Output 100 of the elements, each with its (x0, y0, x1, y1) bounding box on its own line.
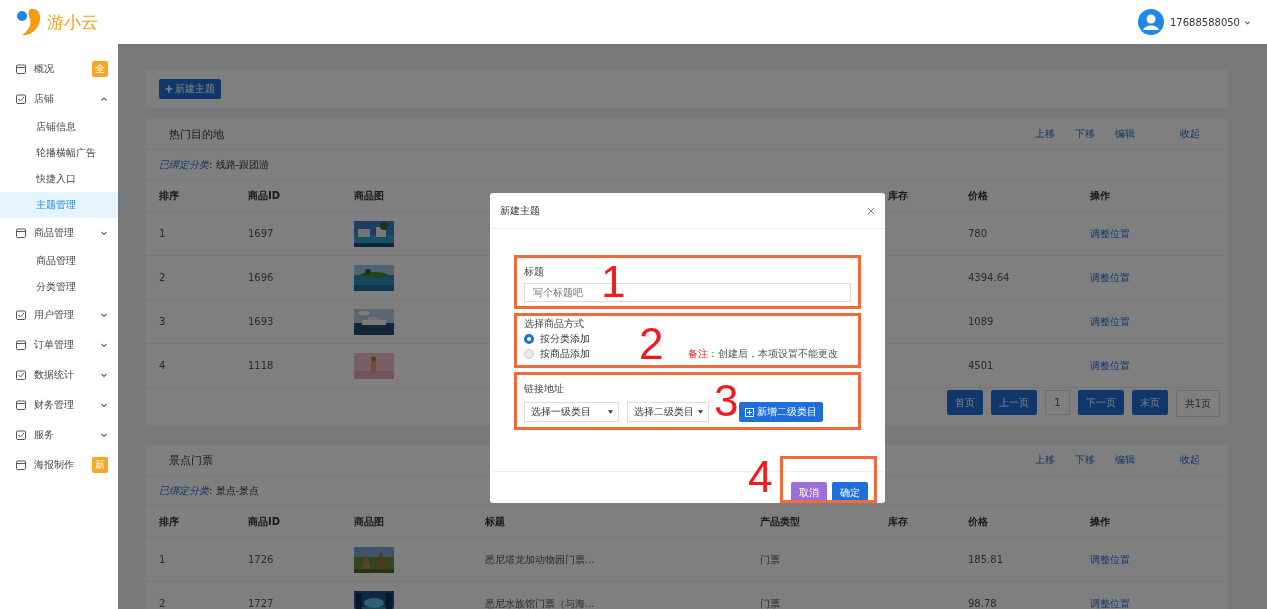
sidebar-subitem[interactable]: 店铺信息 (0, 114, 118, 140)
field-label: 链接地址 (524, 382, 565, 396)
column-header: 产品类型 (760, 514, 801, 529)
section-action-link[interactable]: 下移 (1075, 127, 1095, 141)
section-action-link[interactable]: 上移 (1035, 453, 1055, 467)
plus-icon (745, 407, 754, 417)
table-cell: 1693 (248, 316, 274, 327)
sidebar-subitem[interactable]: 快捷入口 (0, 166, 118, 192)
column-header: 操作 (1090, 188, 1111, 203)
table-cell: 4501 (968, 360, 994, 371)
column-header: 商品图 (354, 514, 385, 529)
annotation-number: 4 (748, 455, 773, 499)
sidebar-item[interactable]: 财务管理 (0, 390, 118, 420)
nav-icon (15, 369, 27, 381)
table-cell: 门票 (760, 597, 780, 609)
sidebar-item[interactable]: 服务 (0, 420, 118, 450)
plus-icon (165, 85, 173, 93)
bound-category-label: 已绑定分类 (159, 157, 209, 172)
caret-icon (698, 410, 703, 414)
section-action-link[interactable]: 编辑 (1115, 453, 1135, 467)
modal-title: 新建主题 (500, 203, 540, 218)
sidebar-subitem[interactable]: 轮播横幅广告 (0, 140, 118, 166)
adjust-position-link[interactable]: 调整位置 (1090, 227, 1130, 239)
nav-icon (15, 93, 27, 105)
column-header: 操作 (1090, 514, 1111, 529)
adjust-position-link[interactable]: 调整位置 (1090, 597, 1130, 609)
caret-icon[interactable] (1244, 18, 1251, 26)
table-cell: 1697 (248, 228, 274, 239)
table-cell: 4394.64 (968, 272, 1010, 283)
adjust-position-link[interactable]: 调整位置 (1090, 553, 1130, 565)
column-header: 商品ID (248, 514, 282, 529)
column-header: 排序 (159, 188, 180, 203)
close-icon[interactable] (867, 206, 875, 215)
table-cell: 1727 (248, 598, 274, 609)
sidebar-item[interactable]: 商品管理 (0, 218, 118, 248)
sidebar-item[interactable]: 店铺 (0, 84, 118, 114)
badge: 全 (92, 61, 108, 77)
user-phone[interactable]: 17688588050 (1170, 16, 1240, 28)
section-action-link[interactable]: 编辑 (1115, 127, 1135, 141)
section-action-link[interactable]: 上移 (1035, 127, 1055, 141)
section-action-link[interactable]: 收起 (1180, 453, 1200, 467)
table-cell: 1089 (968, 316, 994, 327)
field-label: 标题 (524, 265, 545, 279)
table-cell: 3 (159, 316, 166, 327)
sidebar-item[interactable]: 用户管理 (0, 300, 118, 330)
table-cell: 98.78 (968, 598, 997, 609)
table-cell: 185.81 (968, 554, 1003, 565)
category-select[interactable]: 选择二级类目 (627, 402, 709, 422)
column-header: 商品图 (354, 188, 385, 203)
sidebar-subitem[interactable]: 主题管理 (0, 192, 118, 218)
section-action-link[interactable]: 下移 (1075, 453, 1095, 467)
bound-category-label: 已绑定分类 (159, 483, 209, 498)
column-header: 价格 (968, 514, 989, 529)
bound-category-value: : 景点-景点 (209, 483, 260, 498)
column-header: 商品ID (248, 188, 282, 203)
column-header: 价格 (968, 188, 989, 203)
avatar-icon[interactable] (1138, 9, 1164, 35)
annotation-number: 2 (639, 322, 664, 366)
sidebar-item[interactable]: 海报制作 新 (0, 450, 118, 480)
nav-icon (15, 339, 27, 351)
section-title: 热门目的地 (169, 126, 225, 142)
sidebar-subitem[interactable]: 商品管理 (0, 248, 118, 274)
sidebar-item[interactable]: 订单管理 (0, 330, 118, 360)
nav-icon (15, 227, 27, 239)
table-cell: 1726 (248, 554, 274, 565)
table-cell: 1118 (248, 360, 274, 371)
sidebar-subitem[interactable]: 分类管理 (0, 274, 118, 300)
pagination-button[interactable]: 末页 (1131, 390, 1168, 415)
table-cell: 1696 (248, 272, 274, 283)
pagination-button[interactable]: 首页 (947, 390, 984, 415)
table-cell: 门票 (760, 553, 780, 565)
sidebar-item[interactable]: 数据统计 (0, 360, 118, 390)
table-cell: 1 (159, 554, 166, 565)
add-subcategory-button[interactable]: 新增二级类目 (739, 402, 823, 422)
page-number[interactable]: 1 (1045, 390, 1070, 415)
radio-label[interactable]: 按分类添加 (540, 331, 590, 346)
column-header: 库存 (888, 188, 909, 203)
column-header: 标题 (485, 514, 506, 529)
table-cell: 2 (159, 272, 166, 283)
category-select[interactable]: 选择一级类目 (524, 402, 619, 422)
radio-label[interactable]: 按商品添加 (540, 346, 590, 361)
adjust-position-link[interactable]: 调整位置 (1090, 271, 1130, 283)
section-action-link[interactable]: 收起 (1180, 127, 1200, 141)
logo-name: 游小云 (47, 10, 98, 34)
column-header: 库存 (888, 514, 909, 529)
section-title: 景点门票 (169, 452, 214, 468)
annotation-number: 3 (714, 379, 739, 423)
new-theme-button[interactable]: 新建主题 (159, 79, 221, 99)
note-text: ：创建后，本项设置不能更改 (708, 347, 838, 359)
table-cell: 1 (159, 228, 166, 239)
adjust-position-link[interactable]: 调整位置 (1090, 315, 1130, 327)
table-cell: 悉尼水族馆门票（与海... (485, 597, 595, 609)
table-cell: 2 (159, 598, 166, 609)
field-label: 选择商品方式 (524, 317, 585, 331)
badge: 新 (92, 457, 108, 473)
radio-button[interactable] (524, 333, 534, 344)
adjust-position-link[interactable]: 调整位置 (1090, 359, 1130, 371)
nav-icon (15, 459, 27, 471)
page-total: 共1页 (1175, 390, 1220, 417)
sidebar-item[interactable]: 概况 全 (0, 54, 118, 84)
